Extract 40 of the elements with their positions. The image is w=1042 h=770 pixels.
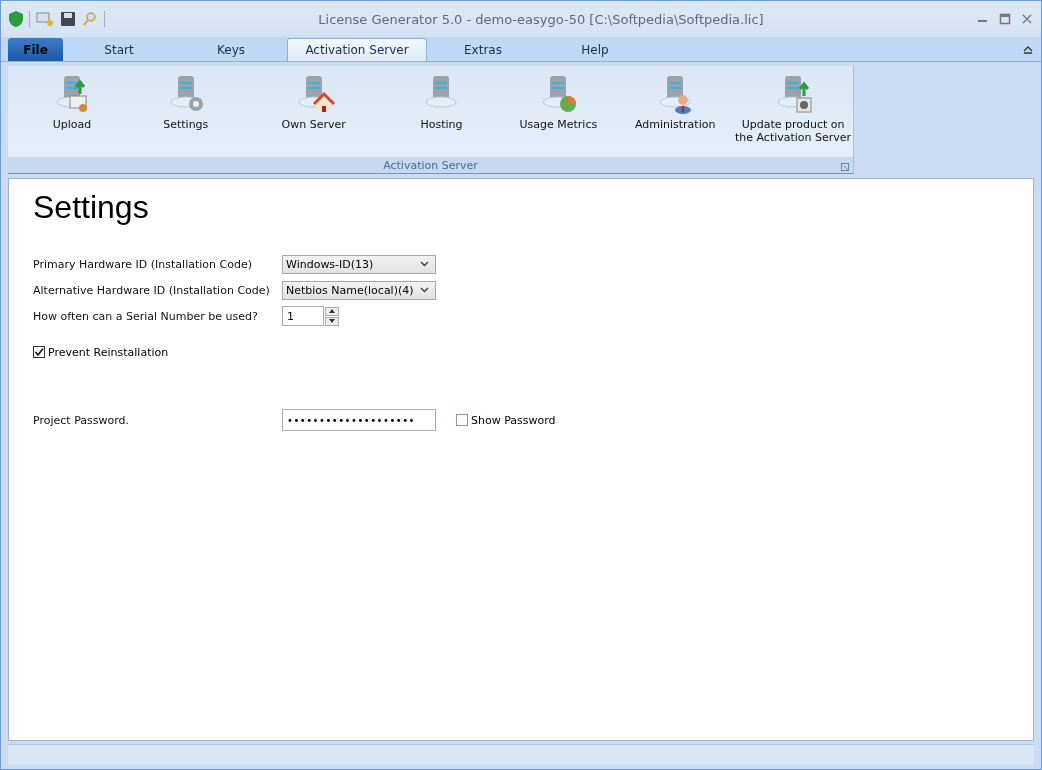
number-input[interactable]: 1 <box>282 306 324 326</box>
ribbon-button[interactable]: Own Server <box>243 72 384 131</box>
spin-down-button[interactable] <box>325 316 339 326</box>
ribbon-tab[interactable]: Help <box>539 38 651 61</box>
shield-icon[interactable] <box>9 11 23 27</box>
maximize-icon[interactable] <box>999 13 1011 25</box>
dropdown[interactable]: Windows-ID(13) <box>282 254 436 274</box>
field-label: Primary Hardware ID (Installation Code) <box>33 257 252 271</box>
ribbon-button[interactable]: Settings <box>127 72 244 131</box>
ribbon-button[interactable]: Usage Metrics <box>499 72 618 131</box>
chevron-down-icon <box>420 287 429 293</box>
password-field[interactable]: •••••••••••••••••••• <box>282 409 436 431</box>
dropdown[interactable]: Netbios Name(local)(4) <box>282 280 436 300</box>
page-heading: Settings <box>33 189 149 226</box>
field-label: Project Password. <box>33 413 129 427</box>
checkbox[interactable] <box>33 346 45 358</box>
checkbox[interactable] <box>456 414 468 426</box>
ribbon-button[interactable]: Upload <box>16 72 128 131</box>
spin-up-button[interactable] <box>325 306 339 316</box>
search-icon[interactable] <box>82 11 98 27</box>
field-label: Alternative Hardware ID (Installation Code) <box>33 283 270 297</box>
file-menu-button[interactable]: File <box>8 38 63 61</box>
ribbon-button[interactable]: Update product on the Activation Server <box>733 72 853 144</box>
window-title: License Generator 5.0 - demo-easygo-50 [C:\Softpedia\Softpedia.lic] <box>317 11 765 27</box>
ribbon-button[interactable]: Administration <box>617 72 734 131</box>
triangle-up-icon <box>329 309 335 313</box>
dialog-launcher-icon[interactable] <box>841 163 849 171</box>
ribbon-tab[interactable]: Keys <box>175 38 287 61</box>
checkbox-label: Show Password <box>471 413 556 427</box>
ribbon-tab[interactable]: Start <box>63 38 175 61</box>
ribbon-tab[interactable]: Activation Server <box>287 38 427 61</box>
close-icon[interactable] <box>1021 13 1033 25</box>
ribbon-tab[interactable]: Extras <box>427 38 539 61</box>
triangle-down-icon <box>329 319 335 323</box>
save-icon[interactable] <box>60 11 76 27</box>
group-label: Activation Server <box>383 158 478 172</box>
checkbox-label: Prevent Reinstallation <box>48 345 169 359</box>
ribbon-button[interactable]: Hosting <box>383 72 500 131</box>
field-label: How often can a Serial Number be used? <box>33 309 258 323</box>
chevron-down-icon <box>420 261 429 267</box>
